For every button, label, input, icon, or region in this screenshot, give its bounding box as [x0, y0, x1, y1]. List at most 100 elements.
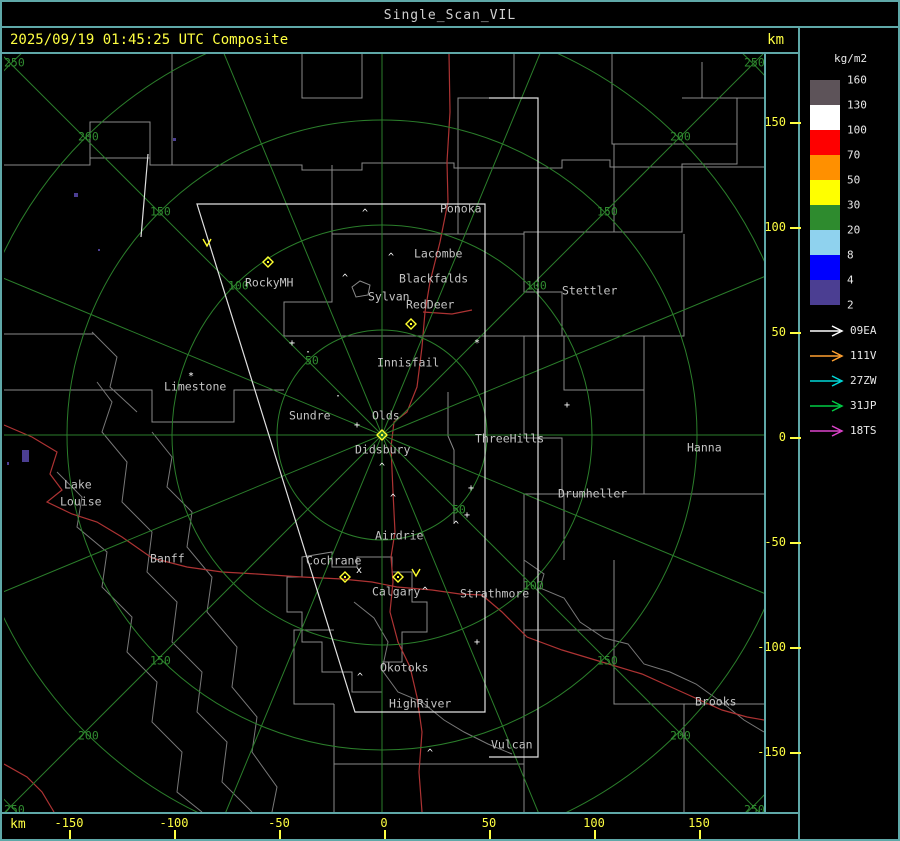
city-label: Drumheller: [558, 487, 627, 501]
city-label: Didsbury: [355, 443, 410, 457]
header-row: 2025/09/19 01:45:25 UTC Composite km: [2, 28, 798, 52]
bottom-axis-tick: [279, 830, 281, 839]
legend-unit-label: kg/m2: [834, 52, 868, 65]
vil-echo: [74, 193, 78, 197]
radar-id-row: 31JP: [808, 399, 898, 413]
storm-marker-icon: +: [564, 400, 570, 411]
radar-id-row: 18TS: [808, 424, 898, 438]
bottom-axis-label: 50: [481, 816, 497, 830]
bottom-axis-label: -50: [268, 816, 290, 830]
city-label: Sundre: [289, 409, 331, 423]
city-label: Hanna: [687, 441, 722, 455]
radar-arrow-icon: [810, 325, 844, 337]
range-rings: [2, 2, 898, 839]
scale-value-label: 130: [847, 98, 867, 112]
bottom-axis-tick: [699, 830, 701, 839]
storm-marker-icon: ·: [335, 391, 341, 402]
storm-marker-icon: +: [464, 510, 470, 521]
range-ring-label: 250: [744, 56, 764, 70]
radar-arrow-icon: [810, 400, 844, 412]
radar-id-label: 09EA: [850, 324, 877, 337]
bottom-axis-label: 100: [583, 816, 605, 830]
city-label: ThreeHills: [475, 432, 544, 446]
radar-id-label: 111V: [850, 349, 877, 362]
scale-value-label: 50: [847, 173, 861, 187]
city-label: Strathmore: [460, 587, 529, 601]
range-ring-label: 200: [670, 130, 691, 144]
scale-value-label: 20: [847, 223, 861, 237]
scale-value-label: 70: [847, 148, 861, 162]
vil-echo: [173, 138, 176, 141]
right-axis-label: -150: [757, 745, 786, 759]
storm-marker-icon: +: [474, 637, 480, 648]
radar-site-dot: [397, 576, 399, 578]
vil-echo-layer: [7, 138, 176, 465]
right-axis-label: -100: [757, 640, 786, 654]
color-swatch: [810, 205, 840, 230]
radar-id-row: 09EA: [808, 324, 898, 338]
right-axis-label: 0: [778, 430, 786, 444]
storm-marker-icon: +: [354, 420, 360, 431]
right-axis-unit: km: [767, 32, 784, 48]
city-label: Brooks: [695, 695, 737, 709]
bottom-axis-tick: [174, 830, 176, 839]
city-label: Louise: [60, 495, 102, 509]
radar-id-label: 27ZW: [850, 374, 877, 387]
color-swatch: [810, 255, 840, 280]
bottom-axis-tick: [594, 830, 596, 839]
storm-marker-icon: x: [356, 565, 362, 576]
city-label: Lake: [64, 478, 92, 492]
storm-marker-icon: ^: [453, 520, 459, 531]
scale-value-label: 30: [847, 198, 861, 212]
bottom-axis-tick: [69, 830, 71, 839]
scale-value-label: 4: [847, 273, 854, 287]
map-bottom-border: [2, 812, 798, 814]
scan-area-outline: [140, 97, 539, 758]
range-ring-label: 250: [4, 803, 25, 813]
range-ring-label: 250: [4, 56, 25, 70]
bottom-axis-label: 150: [688, 816, 710, 830]
color-swatch: [810, 280, 840, 305]
range-ring-label: 200: [670, 729, 691, 743]
radar-site-dot: [267, 261, 269, 263]
radar-arrow-icon: [810, 350, 844, 362]
city-label: Okotoks: [380, 661, 428, 675]
storm-marker-icon: ^: [357, 672, 363, 683]
storm-marker-icon: *: [474, 338, 480, 349]
city-label: Ponoka: [440, 202, 482, 216]
city-label: Innisfail: [377, 356, 439, 370]
city-label: Airdrie: [375, 529, 424, 543]
storm-marker-icon: +: [289, 338, 295, 349]
range-ring-label: 100: [526, 279, 547, 293]
scan-timestamp: 2025/09/19 01:45:25 UTC Composite: [10, 32, 289, 48]
radar-map-svg[interactable]: 5010015020025010015020025050100150200250…: [2, 2, 898, 839]
check-marker-icon: [411, 568, 421, 578]
right-axis-label: -50: [764, 535, 786, 549]
color-swatch: [810, 105, 840, 130]
storm-marker-icon: *: [188, 371, 194, 382]
color-swatch: [810, 80, 840, 105]
bottom-axis-tick: [489, 830, 491, 839]
range-ring-label: 200: [78, 130, 99, 144]
vil-echo: [22, 450, 29, 462]
city-label: Calgary: [372, 585, 421, 599]
radar-id-row: 111V: [808, 349, 898, 363]
radar-id-row: 27ZW: [808, 374, 898, 388]
right-axis-label: 150: [764, 115, 786, 129]
scale-value-label: 8: [847, 248, 854, 262]
color-swatch: [810, 230, 840, 255]
city-label: Olds: [372, 409, 400, 423]
legend-sidebar: kg/m2 160 130 100 70 50 30 20 8 4 2 09EA 111V 27Z…: [800, 28, 898, 839]
bottom-axis-unit: km: [10, 817, 26, 832]
range-ring-label: 200: [78, 729, 99, 743]
radial-line: [202, 2, 383, 436]
radial-line: [214, 434, 383, 839]
city-label: Vulcan: [491, 738, 533, 752]
scale-value-label: 100: [847, 123, 867, 137]
scale-value-label: 160: [847, 73, 867, 87]
city-label: RedDeer: [406, 298, 455, 312]
city-label: RockyMH: [245, 276, 294, 290]
radar-site-dot: [410, 323, 412, 325]
radar-map[interactable]: 50 100 150 200 250 100 150 200 250 50 100 150 200 250…: [2, 2, 898, 839]
range-ring-label: 150: [597, 654, 618, 668]
